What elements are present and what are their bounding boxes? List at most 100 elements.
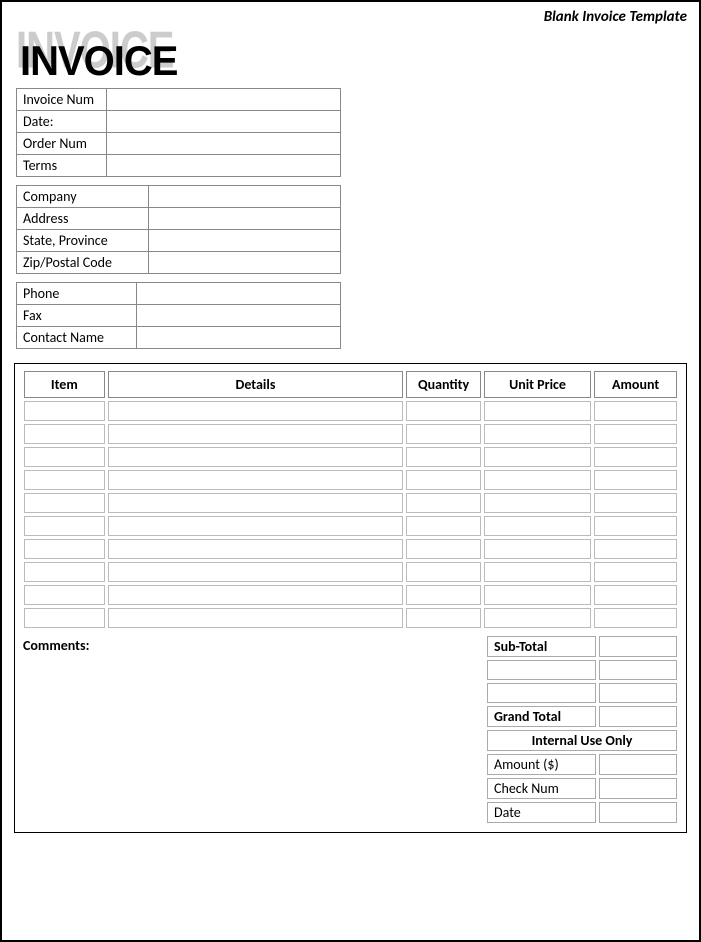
extra2-label[interactable]	[487, 683, 596, 703]
table-row	[24, 539, 677, 559]
date-field[interactable]	[107, 111, 341, 133]
state-label: State, Province	[17, 230, 149, 252]
address-field[interactable]	[149, 208, 341, 230]
cell-unit_price[interactable]	[484, 585, 592, 605]
col-amount: Amount	[594, 371, 677, 398]
cell-quantity[interactable]	[406, 562, 480, 582]
cell-item[interactable]	[24, 470, 105, 490]
items-section: Item Details Quantity Unit Price Amount …	[14, 363, 687, 833]
cell-quantity[interactable]	[406, 470, 480, 490]
cell-unit_price[interactable]	[484, 562, 592, 582]
internal-use-header: Internal Use Only	[487, 730, 677, 751]
col-details: Details	[108, 371, 404, 398]
cell-item[interactable]	[24, 585, 105, 605]
int-check-label: Check Num	[487, 778, 596, 799]
cell-details[interactable]	[108, 539, 404, 559]
cell-unit_price[interactable]	[484, 539, 592, 559]
table-row	[24, 493, 677, 513]
state-field[interactable]	[149, 230, 341, 252]
cell-amount[interactable]	[594, 608, 677, 628]
cell-details[interactable]	[108, 516, 404, 536]
cell-quantity[interactable]	[406, 539, 480, 559]
cell-item[interactable]	[24, 562, 105, 582]
phone-label: Phone	[17, 283, 137, 305]
cell-amount[interactable]	[594, 447, 677, 467]
contact-block: Phone Fax Contact Name	[16, 282, 341, 349]
terms-field[interactable]	[107, 155, 341, 177]
zip-label: Zip/Postal Code	[17, 252, 149, 274]
cell-quantity[interactable]	[406, 401, 480, 421]
cell-unit_price[interactable]	[484, 493, 592, 513]
cell-item[interactable]	[24, 424, 105, 444]
table-row	[24, 401, 677, 421]
cell-details[interactable]	[108, 585, 404, 605]
cell-unit_price[interactable]	[484, 424, 592, 444]
cell-quantity[interactable]	[406, 493, 480, 513]
cell-item[interactable]	[24, 447, 105, 467]
cell-quantity[interactable]	[406, 447, 480, 467]
cell-unit_price[interactable]	[484, 470, 592, 490]
contact-name-label: Contact Name	[17, 327, 137, 349]
cell-details[interactable]	[108, 424, 404, 444]
zip-field[interactable]	[149, 252, 341, 274]
cell-amount[interactable]	[594, 539, 677, 559]
cell-quantity[interactable]	[406, 424, 480, 444]
col-item: Item	[24, 371, 105, 398]
cell-amount[interactable]	[594, 516, 677, 536]
table-row	[24, 470, 677, 490]
company-block: Company Address State, Province Zip/Post…	[16, 185, 341, 274]
order-num-label: Order Num	[17, 133, 107, 155]
cell-amount[interactable]	[594, 401, 677, 421]
company-field[interactable]	[149, 186, 341, 208]
cell-item[interactable]	[24, 516, 105, 536]
extra1-label[interactable]	[487, 660, 596, 680]
invoice-meta-block: Invoice Num Date: Order Num Terms	[16, 88, 341, 177]
cell-quantity[interactable]	[406, 585, 480, 605]
cell-unit_price[interactable]	[484, 401, 592, 421]
cell-item[interactable]	[24, 401, 105, 421]
cell-quantity[interactable]	[406, 516, 480, 536]
company-label: Company	[17, 186, 149, 208]
cell-amount[interactable]	[594, 470, 677, 490]
cell-details[interactable]	[108, 562, 404, 582]
cell-item[interactable]	[24, 608, 105, 628]
grand-total-field[interactable]	[599, 706, 677, 727]
cell-amount[interactable]	[594, 493, 677, 513]
cell-item[interactable]	[24, 539, 105, 559]
extra2-field[interactable]	[599, 683, 677, 703]
terms-label: Terms	[17, 155, 107, 177]
int-check-field[interactable]	[599, 778, 677, 799]
order-num-field[interactable]	[107, 133, 341, 155]
extra1-field[interactable]	[599, 660, 677, 680]
invoice-num-field[interactable]	[107, 89, 341, 111]
address-label: Address	[17, 208, 149, 230]
items-table: Item Details Quantity Unit Price Amount	[21, 368, 680, 631]
subtotal-field[interactable]	[599, 636, 677, 657]
cell-unit_price[interactable]	[484, 608, 592, 628]
contact-name-field[interactable]	[137, 327, 341, 349]
cell-unit_price[interactable]	[484, 516, 592, 536]
cell-quantity[interactable]	[406, 608, 480, 628]
col-quantity: Quantity	[406, 371, 480, 398]
table-row	[24, 516, 677, 536]
cell-unit_price[interactable]	[484, 447, 592, 467]
cell-details[interactable]	[108, 447, 404, 467]
comments-label: Comments:	[21, 633, 478, 826]
phone-field[interactable]	[137, 283, 341, 305]
date-label: Date:	[17, 111, 107, 133]
table-row	[24, 447, 677, 467]
cell-amount[interactable]	[594, 424, 677, 444]
cell-details[interactable]	[108, 608, 404, 628]
int-amount-field[interactable]	[599, 754, 677, 775]
cell-item[interactable]	[24, 493, 105, 513]
int-date-field[interactable]	[599, 802, 677, 823]
table-row	[24, 608, 677, 628]
cell-details[interactable]	[108, 401, 404, 421]
table-row	[24, 424, 677, 444]
cell-amount[interactable]	[594, 585, 677, 605]
cell-details[interactable]	[108, 493, 404, 513]
cell-details[interactable]	[108, 470, 404, 490]
cell-amount[interactable]	[594, 562, 677, 582]
fax-field[interactable]	[137, 305, 341, 327]
invoice-num-label: Invoice Num	[17, 89, 107, 111]
